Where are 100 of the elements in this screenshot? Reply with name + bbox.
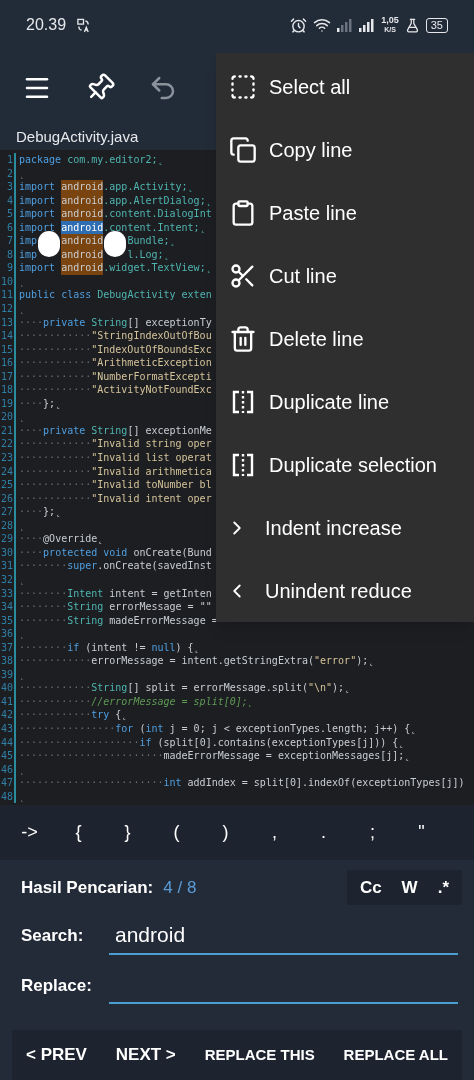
code-text: ············ [19, 708, 92, 722]
menu-item[interactable]: Select all [216, 56, 474, 119]
symbol-key[interactable]: { [54, 819, 103, 846]
action-button[interactable]: NEXT > [115, 1042, 176, 1068]
line-number: 23 [0, 451, 14, 465]
line-number: 47 [0, 776, 14, 790]
code-text: import [19, 261, 57, 275]
code-text: [] exceptionMe [127, 423, 212, 438]
code-text: ( [139, 721, 146, 736]
line-number: 13 [0, 315, 14, 330]
line-number: 3 [5, 180, 14, 194]
line-number: 8 [5, 247, 14, 262]
menu-item[interactable]: Duplicate line [216, 370, 474, 434]
action-button[interactable]: REPLACE THIS [204, 1043, 315, 1067]
symbol-key[interactable]: " [397, 819, 446, 846]
code-text: null [151, 640, 176, 655]
line-number: 10 [0, 274, 14, 289]
code-text: ˛ [19, 274, 26, 289]
code-text: String [67, 600, 104, 614]
code-text: ········ [19, 600, 68, 614]
code-text: "Invalid intent oper [91, 491, 212, 506]
search-option-toggle[interactable]: W [392, 874, 427, 901]
code-text: ˛ [19, 410, 26, 424]
line-number: 14 [0, 329, 14, 343]
line-number: 27 [0, 505, 14, 519]
line-number: 40 [0, 681, 14, 695]
line-number: 39 [0, 667, 14, 682]
code-text: ˛ [19, 518, 26, 533]
line-number: 12 [0, 302, 14, 316]
menu-item[interactable]: Duplicate selection [216, 433, 474, 497]
line-number: 20 [0, 410, 14, 424]
code-text: ˛ [19, 302, 26, 316]
symbol-key[interactable]: , [250, 819, 299, 846]
line-number: 38 [0, 654, 14, 668]
code-text: [] exceptionTy [127, 315, 212, 330]
menu-item[interactable]: Cut line [216, 244, 474, 308]
menu-item[interactable]: Indent increase [216, 496, 474, 560]
line-number: 37 [0, 640, 14, 655]
code-text: j = 0; j < exceptionTypes.length; j++) {˛ [168, 721, 417, 736]
symbol-key[interactable]: ) [201, 819, 250, 846]
code-text: import [19, 207, 57, 221]
code-text: {˛ [115, 708, 128, 722]
code-text: "Invalid arithmetica [91, 464, 212, 479]
code-text: if [139, 735, 153, 750]
line-number: 9 [5, 261, 14, 275]
line-number: 7 [5, 234, 14, 248]
symbol-key[interactable]: ; [348, 819, 397, 846]
line-number: 24 [0, 464, 14, 479]
search-match: android [61, 261, 104, 275]
code-text: ············ [19, 329, 92, 343]
code-text: import [19, 193, 57, 208]
code-text: .app.AlertDialog;˛ [103, 193, 212, 208]
code-text: ˛ [19, 789, 26, 804]
code-text: private [43, 423, 87, 438]
redaction-mark [38, 231, 61, 258]
code-text: String [91, 423, 128, 438]
code-text: ···· [19, 545, 44, 560]
code-text: ············ [19, 654, 92, 668]
symbol-key[interactable]: . [299, 819, 348, 846]
code-text: ························ [19, 749, 164, 763]
symbol-key[interactable]: -> [5, 819, 54, 846]
code-text: ················ [19, 721, 116, 736]
menu-item[interactable]: Paste line [216, 181, 474, 245]
search-option-toggle[interactable]: Cc [350, 874, 391, 901]
action-button[interactable]: < PREV [26, 1042, 87, 1068]
copy-icon [229, 136, 257, 165]
code-text: ···· [19, 532, 44, 546]
code-text: "ArithmeticException [91, 356, 212, 370]
code-text: "\n" [308, 681, 333, 695]
line-number: 28 [0, 518, 14, 533]
line-number: 16 [0, 356, 14, 370]
line-number: 5 [5, 207, 14, 221]
code-text: String [91, 315, 128, 330]
line-number: 33 [0, 586, 14, 601]
menu-item[interactable]: Delete line [216, 307, 474, 371]
menu-item[interactable]: Copy line [216, 118, 474, 182]
file-tab[interactable]: DebugActivity.java [16, 126, 139, 149]
code-text: int [145, 721, 164, 736]
line-number: 30 [0, 545, 14, 560]
code-text: ············ [19, 694, 92, 709]
code-text: ············ [19, 464, 92, 479]
search-match: android [61, 234, 104, 248]
code-text: ············ [19, 478, 92, 492]
line-number: 32 [0, 572, 14, 587]
results-label: Hasil Pencarian: [21, 876, 154, 899]
results-count: 4 / 8 [163, 876, 197, 899]
symbol-key[interactable]: ( [152, 819, 201, 846]
code-text: ············ [19, 681, 92, 695]
menu-item[interactable]: Unindent reduce [216, 559, 474, 622]
code-text: if [67, 640, 81, 655]
code-text: .onCreate(savedInst [97, 559, 212, 573]
line-number: 6 [5, 220, 14, 235]
code-text: (intent != [85, 640, 147, 655]
code-text: Intent [67, 586, 104, 601]
code-text: ········ [19, 586, 68, 601]
action-button[interactable]: REPLACE ALL [343, 1043, 448, 1067]
alarm-icon [290, 16, 308, 34]
search-option-toggle[interactable]: .* [428, 874, 458, 901]
symbol-key[interactable]: } [103, 819, 152, 846]
search-field[interactable]: android [109, 919, 458, 955]
